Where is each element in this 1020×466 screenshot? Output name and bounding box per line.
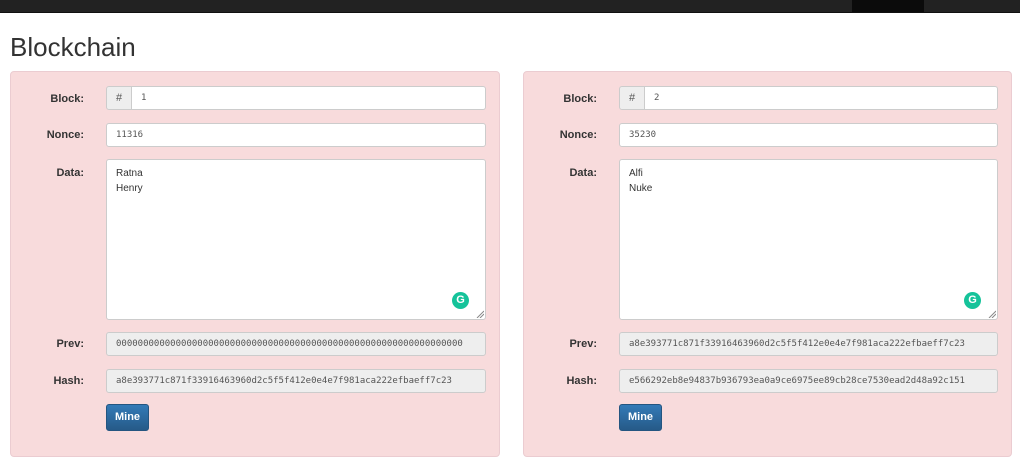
prev-hash-input[interactable]: 0000000000000000000000000000000000000000… <box>106 332 486 356</box>
hash-label: Hash: <box>566 375 597 387</box>
mine-button[interactable]: Mine <box>619 404 662 431</box>
data-line: Henry <box>116 183 143 194</box>
resize-handle-icon[interactable] <box>476 310 484 318</box>
prev-hash-input[interactable]: a8e393771c871f33916463960d2c5f5f412e0e4e… <box>619 332 998 356</box>
prev-label: Prev: <box>56 338 84 350</box>
block-number-input[interactable]: 1 <box>132 86 486 110</box>
data-line: Nuke <box>629 183 653 194</box>
hash-input[interactable]: e566292eb8e94837b936793ea0a9ce6975ee89cb… <box>619 369 998 393</box>
navbar-active-item[interactable] <box>852 0 924 12</box>
block-number-input[interactable]: 2 <box>645 86 998 110</box>
data-label: Data: <box>569 167 597 179</box>
nonce-input[interactable]: 35230 <box>619 123 998 147</box>
data-textarea[interactable]: Ratna Henry G <box>106 159 486 320</box>
nonce-label: Nonce: <box>46 129 84 141</box>
mine-button[interactable]: Mine <box>106 404 149 431</box>
block-card: Block: # 1 Nonce: 11316 Data: Ratna Henr… <box>10 71 500 457</box>
block-number-prefix: # <box>619 86 645 110</box>
top-navbar <box>0 0 1020 13</box>
data-label: Data: <box>56 167 84 179</box>
data-textarea[interactable]: Alfi Nuke G <box>619 159 998 320</box>
grammarly-icon[interactable]: G <box>964 292 981 309</box>
data-line: Ratna <box>116 168 143 179</box>
block-label: Block: <box>563 93 597 105</box>
block-card: Block: # 2 Nonce: 35230 Data: Alfi Nuke … <box>523 71 1012 457</box>
page-title: Blockchain <box>10 32 136 62</box>
hash-input[interactable]: a8e393771c871f33916463960d2c5f5f412e0e4e… <box>106 369 486 393</box>
resize-handle-icon[interactable] <box>988 310 996 318</box>
prev-label: Prev: <box>569 338 597 350</box>
hash-label: Hash: <box>53 375 84 387</box>
block-number-prefix: # <box>106 86 132 110</box>
block-label: Block: <box>50 93 84 105</box>
data-line: Alfi <box>629 168 643 179</box>
grammarly-icon[interactable]: G <box>452 292 469 309</box>
nonce-label: Nonce: <box>559 129 597 141</box>
nonce-input[interactable]: 11316 <box>106 123 486 147</box>
